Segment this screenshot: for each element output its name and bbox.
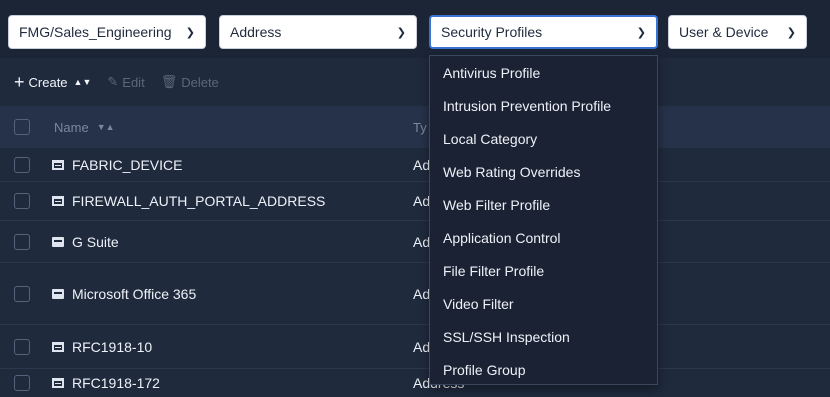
- row-type: Ad: [413, 338, 431, 355]
- row-name-label: RFC1918-10: [72, 338, 153, 355]
- security-profiles-select[interactable]: Security Profiles ❯: [429, 15, 658, 49]
- row-type: Ad: [413, 285, 431, 302]
- row-name: FABRIC_DEVICE: [52, 157, 182, 173]
- address-select-label: Address: [230, 24, 282, 40]
- chevron-down-icon: ❯: [786, 26, 796, 39]
- chevron-down-icon: ❯: [185, 26, 195, 39]
- edit-label: Edit: [122, 74, 145, 90]
- name-column-header[interactable]: Name ▼▲: [54, 120, 115, 135]
- row-name-label: FABRIC_DEVICE: [72, 156, 183, 173]
- edit-button[interactable]: ✎ Edit: [107, 74, 144, 90]
- row-name-label: G Suite: [72, 233, 119, 250]
- row-checkbox[interactable]: [14, 193, 30, 209]
- fqdn-icon: [52, 236, 64, 247]
- row-checkbox[interactable]: [14, 375, 30, 391]
- delete-label: Delete: [181, 74, 219, 90]
- address-icon: [52, 196, 64, 206]
- caret-updown-icon: ▲▼: [73, 77, 92, 87]
- adom-select-label: FMG/Sales_Engineering: [19, 24, 172, 40]
- chevron-down-icon: ❯: [396, 26, 406, 39]
- menu-item-web-rating-overrides[interactable]: Web Rating Overrides: [430, 155, 657, 188]
- security-profiles-menu: Antivirus Profile Intrusion Prevention P…: [429, 55, 658, 385]
- sort-icon: ▼▲: [96, 122, 115, 132]
- user-device-label: User & Device: [679, 24, 769, 40]
- menu-item-ssl-ssh-inspection[interactable]: SSL/SSH Inspection: [430, 320, 657, 353]
- type-column-header[interactable]: Ty: [413, 120, 427, 135]
- row-name: RFC1918-10: [52, 339, 152, 355]
- table-row[interactable]: RFC1918-172 Address: [0, 369, 830, 397]
- table-row[interactable]: G Suite Ad: [0, 221, 830, 263]
- row-name-label: Microsoft Office 365: [72, 285, 197, 302]
- menu-item-intrusion-prevention-profile[interactable]: Intrusion Prevention Profile: [430, 89, 657, 122]
- menu-item-antivirus-profile[interactable]: Antivirus Profile: [430, 56, 657, 89]
- trash-icon: 🗑: [160, 74, 178, 89]
- menu-item-web-filter-profile[interactable]: Web Filter Profile: [430, 188, 657, 221]
- address-select[interactable]: Address ❯: [219, 15, 417, 49]
- pencil-icon: ✎: [107, 74, 119, 89]
- row-checkbox[interactable]: [14, 156, 30, 173]
- create-label: Create: [28, 74, 68, 90]
- row-checkbox[interactable]: [14, 233, 30, 250]
- menu-item-video-filter[interactable]: Video Filter: [430, 287, 657, 320]
- table-row[interactable]: RFC1918-10 Ad: [0, 325, 830, 369]
- address-icon: [52, 378, 64, 388]
- filter-bar: FMG/Sales_Engineering ❯ Address ❯ Securi…: [0, 0, 830, 58]
- row-checkbox[interactable]: [14, 285, 30, 302]
- row-checkbox[interactable]: [14, 338, 30, 355]
- select-all-checkbox[interactable]: [14, 119, 30, 135]
- menu-item-local-category[interactable]: Local Category: [430, 122, 657, 155]
- create-button[interactable]: + Create ▲▼: [14, 73, 91, 91]
- table-row[interactable]: FABRIC_DEVICE Ad: [0, 148, 830, 182]
- row-name-label: FIREWALL_AUTH_PORTAL_ADDRESS: [72, 193, 326, 209]
- row-name-label: RFC1918-172: [72, 375, 160, 391]
- fqdn-icon: [52, 288, 64, 299]
- row-type: Ad: [413, 193, 431, 209]
- delete-button[interactable]: 🗑 Delete: [161, 74, 219, 90]
- address-icon: [52, 159, 64, 170]
- user-device-select[interactable]: User & Device ❯: [668, 15, 807, 49]
- row-name: Microsoft Office 365: [52, 286, 196, 302]
- address-table: Name ▼▲ Ty FABRIC_DEVICE Ad FIREWALL_AUT…: [0, 106, 830, 397]
- table-row[interactable]: FIREWALL_AUTH_PORTAL_ADDRESS Ad: [0, 182, 830, 221]
- row-name: FIREWALL_AUTH_PORTAL_ADDRESS: [52, 193, 325, 209]
- toolbar: + Create ▲▼ ✎ Edit 🗑 Delete: [0, 58, 830, 106]
- row-type: Ad: [413, 156, 431, 173]
- name-header-label: Name: [54, 119, 89, 135]
- row-name: G Suite: [52, 234, 119, 250]
- adom-select[interactable]: FMG/Sales_Engineering ❯: [8, 15, 206, 49]
- menu-item-profile-group[interactable]: Profile Group: [430, 353, 657, 386]
- table-header: Name ▼▲ Ty: [0, 106, 830, 148]
- row-name: RFC1918-172: [52, 375, 160, 391]
- security-profiles-label: Security Profiles: [441, 24, 543, 40]
- address-icon: [52, 341, 64, 352]
- menu-item-application-control[interactable]: Application Control: [430, 221, 657, 254]
- menu-item-file-filter-profile[interactable]: File Filter Profile: [430, 254, 657, 287]
- table-row[interactable]: Microsoft Office 365 Ad: [0, 263, 830, 325]
- plus-icon: +: [14, 72, 25, 92]
- chevron-down-icon: ❯: [636, 26, 646, 39]
- row-type: Ad: [413, 233, 431, 250]
